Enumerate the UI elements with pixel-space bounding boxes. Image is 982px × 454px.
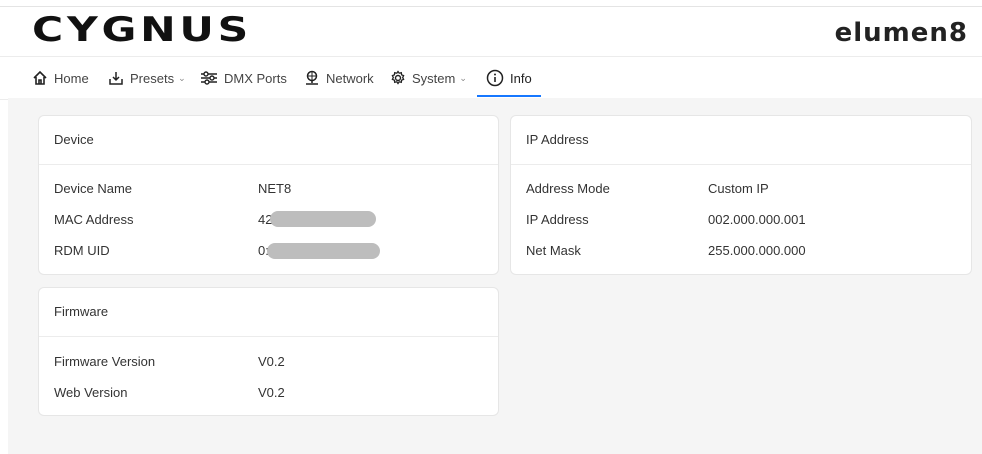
ip-address-card: IP Address Address Mode Custom IP IP Add… — [510, 115, 972, 275]
ip-card-title: IP Address — [511, 116, 971, 165]
firmware-version-label: Firmware Version — [54, 354, 156, 369]
info-icon — [486, 69, 504, 87]
web-version-value: V0.2 — [258, 385, 285, 400]
firmware-version-value: V0.2 — [258, 354, 285, 369]
nav-home-label: Home — [54, 70, 89, 86]
home-icon — [33, 70, 47, 85]
download-icon — [109, 72, 123, 85]
nav-system-label: System — [412, 70, 456, 86]
cygnus-logo: CYGNUS — [32, 10, 253, 50]
net-mask-label: Net Mask — [526, 243, 581, 258]
info-content: Device Device Name NET8 MAC Address 42 R… — [8, 98, 982, 454]
address-mode-value: Custom IP — [708, 181, 769, 196]
mac-address-label: MAC Address — [54, 212, 134, 227]
nav-presets-label: Presets — [130, 70, 175, 86]
active-tab-indicator — [477, 95, 541, 97]
nav-home[interactable]: Home — [32, 57, 89, 99]
device-card: Device Device Name NET8 MAC Address 42 R… — [38, 115, 499, 275]
ip-address-value: 002.000.000.001 — [708, 212, 806, 227]
rdm-uid-label: RDM UID — [54, 243, 110, 258]
chevron-down-icon: ⌄ — [459, 72, 467, 83]
chevron-down-icon: ⌄ — [178, 72, 186, 83]
nav-info[interactable]: Info — [486, 57, 532, 99]
nav-system[interactable]: System ⌄ — [390, 57, 467, 99]
nav-presets[interactable]: Presets ⌄ — [108, 57, 186, 99]
device-card-title: Device — [39, 116, 498, 165]
network-icon — [306, 70, 318, 85]
redaction-mark — [267, 243, 380, 259]
gear-icon — [391, 70, 405, 85]
firmware-card-title: Firmware — [39, 288, 498, 337]
main-nav: Home Presets ⌄ DMX Ports Network System … — [0, 56, 982, 100]
nav-network-label: Network — [326, 70, 374, 86]
firmware-card: Firmware Firmware Version V0.2 Web Versi… — [38, 287, 499, 416]
nav-network[interactable]: Network — [304, 57, 374, 99]
nav-info-label: Info — [510, 70, 532, 86]
ip-address-label: IP Address — [526, 212, 589, 227]
redaction-mark — [270, 211, 376, 227]
device-name-value: NET8 — [258, 181, 292, 196]
sliders-icon — [201, 71, 217, 85]
device-name-label: Device Name — [54, 181, 133, 196]
nav-dmx-label: DMX Ports — [224, 70, 287, 86]
address-mode-label: Address Mode — [526, 181, 610, 196]
header: CYGNUS elumen8 — [0, 8, 982, 54]
elumen8-logo: elumen8 — [834, 18, 968, 48]
net-mask-value: 255.000.000.000 — [708, 243, 806, 258]
top-border — [0, 6, 982, 7]
nav-dmx-ports[interactable]: DMX Ports — [200, 57, 287, 99]
web-version-label: Web Version — [54, 385, 128, 400]
